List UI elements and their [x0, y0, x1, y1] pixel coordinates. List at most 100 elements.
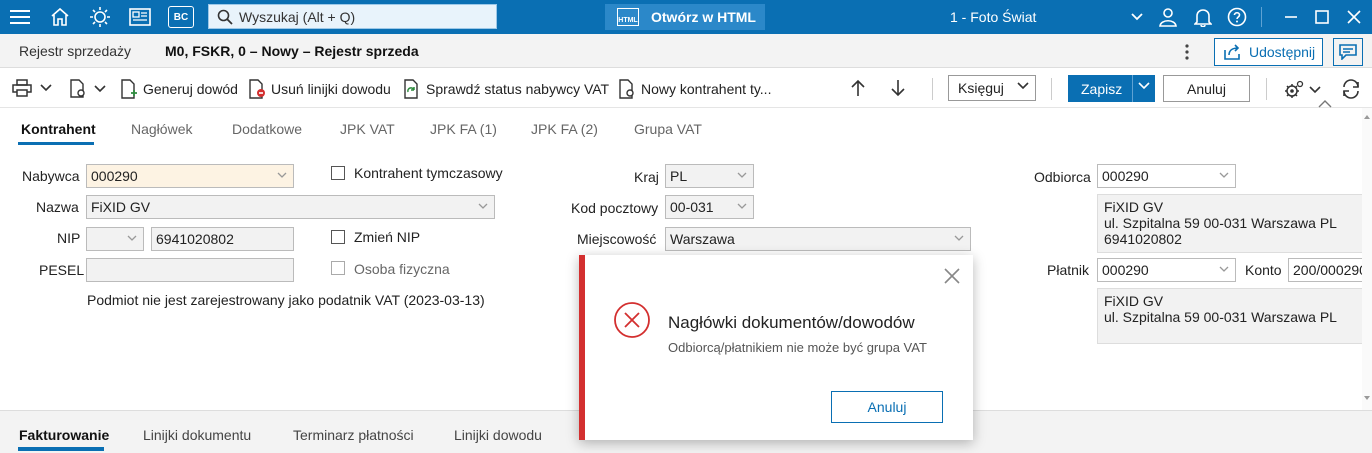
tab-jpk-fa-2[interactable]: JPK FA (2) [531, 121, 598, 137]
tab-document-lines[interactable]: Linijki dokumentu [143, 427, 251, 443]
chat-icon [1339, 44, 1357, 60]
scroll-down-icon[interactable] [1362, 393, 1372, 403]
buyer-field[interactable]: 000290 [86, 164, 294, 188]
tab-jpk-fa-1[interactable]: JPK FA (1) [430, 121, 497, 137]
titlebar-divider [1261, 7, 1262, 27]
nip-label: NIP [57, 230, 81, 246]
buyer-label: Nabywca [22, 168, 80, 184]
tab-jpk-vat[interactable]: JPK VAT [340, 121, 395, 137]
generate-voucher-button[interactable]: Generuj dowód [120, 79, 238, 99]
more-options-icon[interactable] [1185, 44, 1189, 60]
tab-contractor[interactable]: Kontrahent [21, 121, 96, 137]
printer-icon [12, 79, 32, 97]
news-icon[interactable] [128, 5, 152, 29]
payer-label: Płatnik [1047, 262, 1090, 278]
refresh-button[interactable] [1341, 79, 1361, 99]
recipient-address-line: FiXID GV [1104, 199, 1164, 215]
scroll-up-icon[interactable] [1362, 112, 1372, 122]
collapse-toolbar-icon[interactable] [1318, 99, 1332, 109]
buyer-value: 000290 [91, 168, 138, 184]
tab-voucher-lines[interactable]: Linijki dowodu [454, 427, 542, 443]
add-document-icon [121, 79, 137, 99]
post-select[interactable]: Księguj [948, 75, 1036, 101]
name-field[interactable]: FiXID GV [86, 195, 495, 219]
toolbar-divider [1051, 78, 1052, 100]
refresh-document-icon [404, 79, 418, 99]
vertical-scrollbar[interactable] [1362, 108, 1372, 410]
delete-lines-label: Usuń linijki dowodu [271, 81, 391, 97]
toolbar-divider [1266, 78, 1267, 100]
tab-payment-schedule[interactable]: Terminarz płatności [293, 427, 414, 443]
share-button[interactable]: Udostępnij [1214, 38, 1323, 66]
recipient-address: FiXID GV ul. Szpitalna 59 00-031 Warszaw… [1097, 194, 1372, 253]
natural-person-checkbox[interactable] [331, 261, 345, 275]
user-icon[interactable] [1156, 5, 1180, 29]
generate-voucher-label: Generuj dowód [143, 81, 238, 97]
save-button[interactable]: Zapisz [1068, 75, 1155, 102]
chevron-down-icon [1309, 86, 1321, 94]
payer-select[interactable]: 000290 [1097, 258, 1236, 282]
arrow-up-icon [851, 79, 865, 96]
postal-code-label: Kod pocztowy [571, 200, 659, 216]
country-select[interactable]: PL [665, 164, 754, 188]
search-placeholder: Wyszukaj (Alt + Q) [239, 8, 356, 25]
account-field[interactable]: 200/000290 [1288, 258, 1372, 282]
temporary-contractor-checkbox[interactable] [331, 166, 345, 180]
settings-button[interactable] [1283, 79, 1321, 101]
search-input[interactable]: Wyszukaj (Alt + Q) [208, 4, 497, 29]
move-up-button[interactable] [851, 79, 865, 97]
country-value: PL [670, 168, 688, 184]
tab-invoicing[interactable]: Fakturowanie [19, 427, 109, 443]
country-label: Kraj [634, 169, 659, 185]
document-settings-button[interactable] [68, 79, 106, 99]
hamburger-menu-icon[interactable] [8, 5, 32, 29]
print-button[interactable] [12, 79, 52, 97]
pesel-field[interactable] [86, 258, 294, 282]
maximize-icon[interactable] [1310, 5, 1334, 29]
search-icon [217, 9, 233, 25]
move-down-button[interactable] [891, 79, 905, 97]
payer-address: FiXID GV ul. Szpitalna 59 00-031 Warszaw… [1097, 288, 1372, 344]
change-nip-checkbox[interactable] [331, 230, 345, 244]
nip-prefix-select[interactable] [86, 227, 144, 251]
postal-code-value: 00-031 [670, 199, 714, 215]
chevron-down-icon[interactable] [1125, 5, 1149, 29]
close-window-icon[interactable] [1342, 5, 1366, 29]
tab-sales-register[interactable]: Rejestr sprzedaży [19, 43, 131, 59]
payer-value: 000290 [1102, 262, 1149, 278]
dialog-cancel-button[interactable]: Anuluj [831, 391, 943, 423]
title-bar: BC Wyszukaj (Alt + Q) HTML Otwórz w HTML… [0, 0, 1372, 34]
document-gear-icon [619, 79, 634, 99]
bell-icon[interactable] [1191, 5, 1215, 29]
chevron-down-icon [277, 172, 287, 178]
tab-vat-group[interactable]: Grupa VAT [634, 121, 702, 137]
nip-field[interactable]: 6941020802 [151, 227, 294, 251]
tab-additional[interactable]: Dodatkowe [232, 121, 302, 137]
check-vat-status-button[interactable]: Sprawdź status nabywcy VAT [403, 79, 609, 99]
new-contractor-button[interactable]: Nowy kontrahent ty... [618, 79, 771, 99]
lightbulb-icon[interactable] [88, 5, 112, 29]
tab-new-document[interactable]: M0, FSKR, 0 – Nowy – Rejestr sprzeda [165, 43, 419, 59]
recipient-select[interactable]: 000290 [1097, 164, 1236, 188]
chevron-down-icon[interactable] [1138, 82, 1150, 90]
postal-code-select[interactable]: 00-031 [665, 195, 754, 219]
bc-icon[interactable]: BC [168, 6, 194, 28]
html-icon-label: HTML [618, 17, 638, 24]
account-value: 200/000290 [1293, 262, 1367, 278]
close-dialog-icon[interactable] [941, 265, 963, 287]
tab-header[interactable]: Nagłówek [131, 121, 192, 137]
home-icon[interactable] [48, 5, 72, 29]
arrow-down-icon [891, 80, 905, 97]
cancel-button[interactable]: Anuluj [1163, 75, 1250, 102]
vat-status-info: Podmiot nie jest zarejestrowany jako pod… [87, 292, 485, 308]
minimize-icon[interactable] [1279, 5, 1303, 29]
recipient-value: 000290 [1102, 168, 1149, 184]
city-select[interactable]: Warszawa [665, 227, 971, 251]
chevron-down-icon [127, 235, 137, 241]
chat-button[interactable] [1333, 38, 1363, 66]
open-in-html-button[interactable]: HTML Otwórz w HTML [605, 4, 765, 30]
help-icon[interactable] [1225, 5, 1249, 29]
payer-address-line: FiXID GV [1104, 293, 1164, 309]
delete-lines-button[interactable]: Usuń linijki dowodu [248, 79, 391, 99]
chevron-down-icon [737, 203, 747, 209]
